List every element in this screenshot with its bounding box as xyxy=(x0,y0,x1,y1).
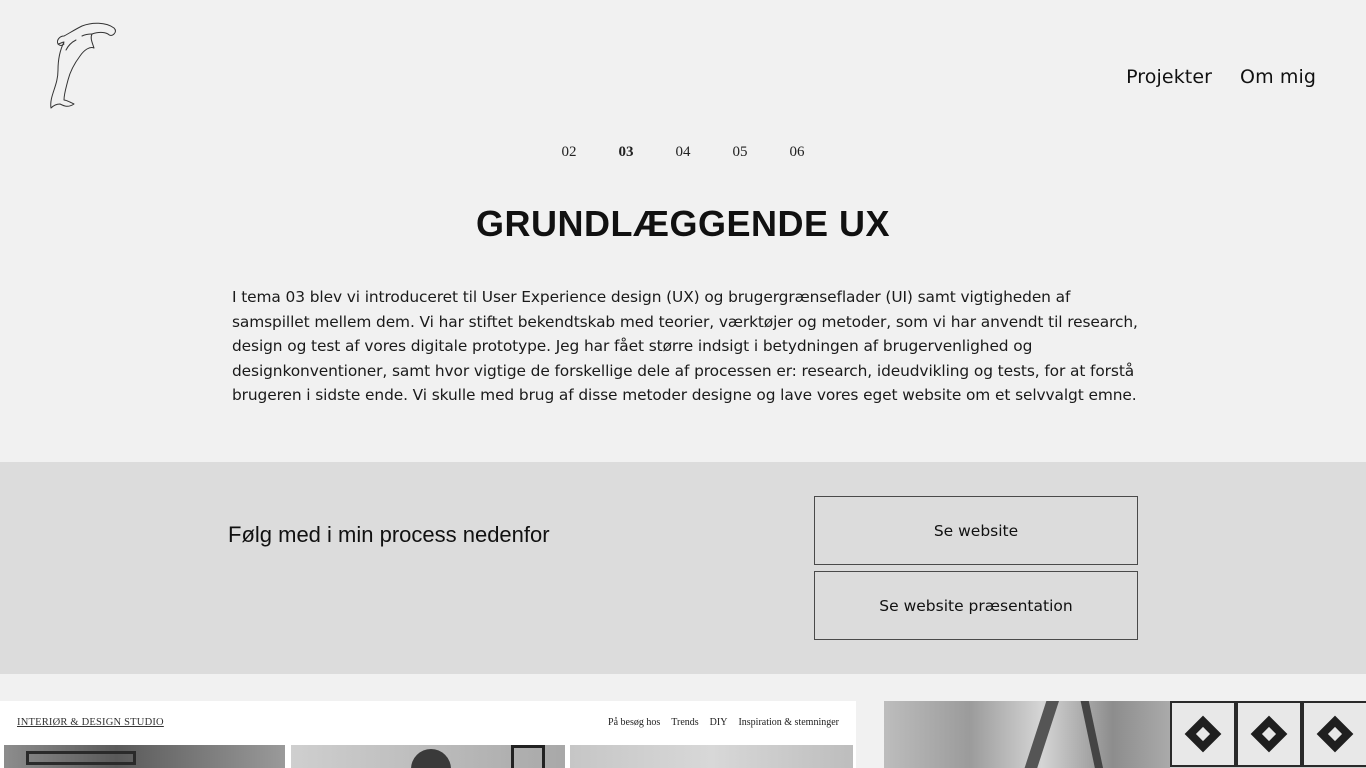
pager-item-03-active[interactable]: 03 xyxy=(618,144,635,161)
preview-nav-item: Inspiration & stemninger xyxy=(738,717,839,728)
page-title: GRUNDLÆGGENDE UX xyxy=(475,203,891,244)
process-photo-tiles[interactable] xyxy=(1170,701,1366,768)
preview-nav-item: På besøg hos xyxy=(608,717,661,728)
pager-item-04[interactable]: 04 xyxy=(675,144,692,161)
preview-photo-lamps xyxy=(291,745,565,768)
main-nav: Projekter Om mig xyxy=(1126,66,1316,88)
preview-brand: INTERIØR & DESIGN STUDIO xyxy=(17,717,164,728)
preview-photo-marble xyxy=(570,745,853,768)
process-photo-construction[interactable] xyxy=(884,701,1170,768)
nav-link-om-mig[interactable]: Om mig xyxy=(1240,66,1316,88)
preview-nav: På besøg hos Trends DIY Inspiration & st… xyxy=(608,717,839,728)
dolphin-logo[interactable] xyxy=(46,20,118,112)
preview-nav-item: DIY xyxy=(709,717,728,728)
website-screenshot-preview[interactable]: INTERIØR & DESIGN STUDIO På besøg hos Tr… xyxy=(0,701,856,768)
pager-item-02[interactable]: 02 xyxy=(561,144,578,161)
pager-item-05[interactable]: 05 xyxy=(732,144,749,161)
cta-heading: Følg med i min process nedenfor xyxy=(228,522,550,547)
pager-item-06[interactable]: 06 xyxy=(789,144,806,161)
dolphin-icon xyxy=(50,22,116,109)
cta-section: Følg med i min process nedenfor Se websi… xyxy=(0,462,1366,674)
see-website-button[interactable]: Se website xyxy=(814,496,1138,565)
nav-link-projekter[interactable]: Projekter xyxy=(1126,66,1212,88)
theme-pager: 02 03 04 05 06 xyxy=(0,144,1366,161)
intro-paragraph: I tema 03 blev vi introduceret til User … xyxy=(232,288,1138,405)
preview-nav-item: Trends xyxy=(671,717,699,728)
preview-photo-livingroom xyxy=(4,745,285,768)
see-presentation-button[interactable]: Se website præsentation xyxy=(814,571,1138,640)
